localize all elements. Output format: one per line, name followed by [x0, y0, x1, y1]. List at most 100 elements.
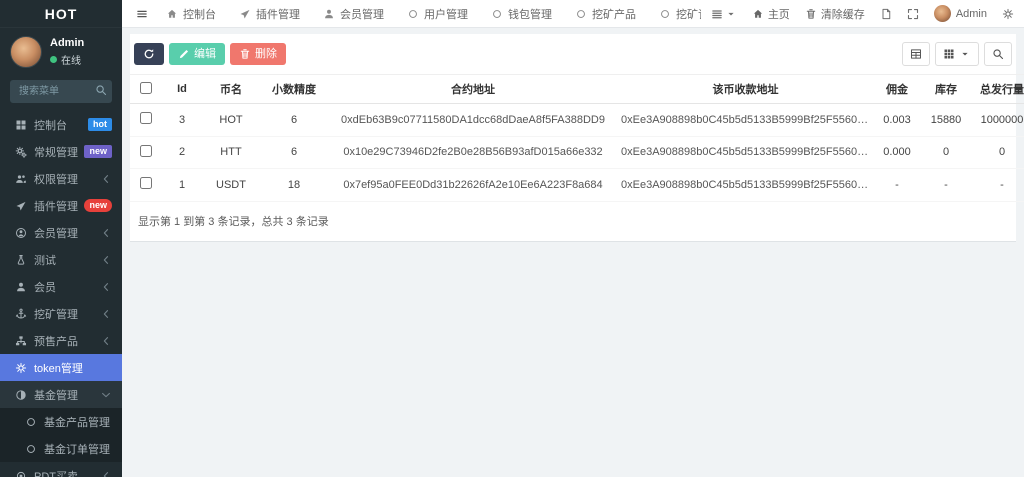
sidebar-item-会员[interactable]: 会员	[0, 273, 122, 300]
user-status: 在线	[50, 52, 84, 67]
chevron-left-icon	[100, 173, 112, 185]
list-icon	[711, 8, 723, 20]
cell-contract-address: 0xdEb63B9c07711580DA1dcc68dDaeA8f5FA388D…	[328, 104, 618, 137]
anchor-icon	[12, 308, 29, 320]
circle-icon	[407, 8, 419, 20]
row-checkbox[interactable]	[140, 112, 152, 124]
sidebar-item-挖矿管理[interactable]: 挖矿管理	[0, 300, 122, 327]
delete-button[interactable]: 删除	[230, 43, 286, 65]
sidebar-item-常规管理[interactable]: 常规管理new	[0, 138, 122, 165]
toolbar: 编辑 删除	[130, 34, 1016, 74]
chevron-left-icon	[100, 470, 112, 477]
sidebar-item-PDT买卖[interactable]: PDT买卖	[0, 462, 122, 477]
topnav-tab-label: 控制台	[183, 6, 216, 22]
topnav-tab-控制台[interactable]: 控制台	[166, 6, 216, 22]
user-circle-icon	[12, 227, 29, 239]
sidebar-item-label: PDT买卖	[34, 468, 100, 477]
main-area: 控制台插件管理会员管理用户管理钱包管理挖矿产品挖矿订单管理挖矿订单收益管理预售产…	[122, 0, 1024, 477]
topnav-tab-label: 会员管理	[340, 6, 384, 22]
topnav-tab-钱包管理[interactable]: 钱包管理	[491, 6, 552, 22]
cell-stock: 0	[921, 136, 971, 169]
chevron-left-icon	[100, 254, 112, 266]
topnav-tab-会员管理[interactable]: 会员管理	[323, 6, 384, 22]
sidebar-item-token管理[interactable]: token管理	[0, 354, 122, 381]
table-row: 1USDT180x7ef95a0FEE0Dd31b22626fA2e10Ee6A…	[130, 169, 1024, 202]
cogs-icon	[12, 146, 29, 158]
topnav-tab-挖矿产品[interactable]: 挖矿产品	[575, 6, 636, 22]
edit-button[interactable]: 编辑	[169, 43, 225, 65]
select-all-checkbox[interactable]	[140, 82, 152, 94]
topnav: 控制台插件管理会员管理用户管理钱包管理挖矿产品挖矿订单管理挖矿订单收益管理预售产…	[122, 0, 1024, 28]
app-logo[interactable]: HOT	[0, 0, 122, 28]
sidebar-item-会员管理[interactable]: 会员管理	[0, 219, 122, 246]
cell-contract-address: 0x7ef95a0FEE0Dd31b22626fA2e10Ee6A223F8a6…	[328, 169, 618, 202]
cell-commission: -	[873, 169, 921, 202]
topnav-tab-挖矿订单管理[interactable]: 挖矿订单管理	[659, 6, 701, 22]
sitemap-icon	[12, 335, 29, 347]
circle-icon	[575, 8, 587, 20]
gear-icon	[12, 362, 29, 374]
sidebar-item-控制台[interactable]: 控制台hot	[0, 111, 122, 138]
sidebar-item-基金产品管理[interactable]: 基金产品管理	[0, 408, 122, 435]
sidebar-item-label: 挖矿管理	[34, 306, 100, 322]
user-panel: Admin 在线	[0, 28, 122, 74]
adjust-icon	[12, 389, 29, 401]
dot-circle-icon	[12, 470, 29, 477]
data-table: Id币名小数精度合约地址该币收款地址佣金库存总发行量操作 3HOT60xdEb6…	[130, 74, 1024, 202]
cell-receive-address: 0xEe3A908898b0C45b5d5133B5999Bf25F5560e5…	[618, 104, 873, 137]
cell-coin: HTT	[202, 136, 260, 169]
sidebar-item-插件管理[interactable]: 插件管理new	[0, 192, 122, 219]
cell-total-issuance: 0	[971, 136, 1024, 169]
grid-icon	[943, 48, 955, 60]
chevron-left-icon	[100, 281, 112, 293]
row-checkbox[interactable]	[140, 145, 152, 157]
cell-id: 1	[162, 169, 202, 202]
home-icon	[752, 8, 764, 20]
user-avatar[interactable]	[10, 36, 42, 68]
topnav-tab-label: 钱包管理	[508, 6, 552, 22]
pencil-icon	[178, 48, 190, 60]
tabs-list-dropdown[interactable]	[711, 8, 737, 20]
cell-total-issuance: -	[971, 169, 1024, 202]
sidebar-item-基金管理[interactable]: 基金管理	[0, 381, 122, 408]
sidebar-item-权限管理[interactable]: 权限管理	[0, 165, 122, 192]
caret-down-icon	[959, 48, 971, 60]
user-icon	[323, 8, 335, 20]
toggle-view-button[interactable]	[902, 42, 930, 66]
sidebar-item-label: 控制台	[34, 117, 88, 133]
topnav-tab-用户管理[interactable]: 用户管理	[407, 6, 468, 22]
user-name: Admin	[50, 37, 84, 49]
cell-coin: HOT	[202, 104, 260, 137]
settings-gear-icon[interactable]	[1002, 8, 1014, 20]
row-checkbox[interactable]	[140, 177, 152, 189]
cell-receive-address: 0xEe3A908898b0C45b5d5133B5999Bf25F5560e5…	[618, 136, 873, 169]
table-header-row: Id币名小数精度合约地址该币收款地址佣金库存总发行量操作	[130, 75, 1024, 104]
sidebar-item-预售产品[interactable]: 预售产品	[0, 327, 122, 354]
user-dropdown[interactable]: Admin	[934, 5, 987, 22]
sidebar-item-label: 会员	[34, 279, 100, 295]
column-header: 合约地址	[328, 75, 618, 104]
refresh-button[interactable]	[134, 43, 164, 65]
search-icon[interactable]	[95, 84, 107, 96]
menu-toggle-icon[interactable]	[130, 8, 154, 20]
fullscreen-icon[interactable]	[907, 8, 919, 20]
menu-badge: new	[84, 145, 112, 158]
column-header: 该币收款地址	[618, 75, 873, 104]
cell-id: 3	[162, 104, 202, 137]
online-dot-icon	[50, 56, 57, 63]
topnav-tabs: 控制台插件管理会员管理用户管理钱包管理挖矿产品挖矿订单管理挖矿订单收益管理预售产…	[166, 6, 701, 22]
topnav-tab-label: 挖矿订单管理	[676, 6, 701, 22]
search-toggle-button[interactable]	[984, 42, 1012, 66]
columns-button[interactable]	[935, 42, 979, 66]
sidebar-item-测试[interactable]: 测试	[0, 246, 122, 273]
users-icon	[12, 173, 29, 185]
menu-badge: hot	[88, 118, 112, 131]
topnav-tab-插件管理[interactable]: 插件管理	[239, 6, 300, 22]
sidebar-item-label: 基金产品管理	[44, 414, 112, 430]
trash-icon	[805, 8, 817, 20]
page-doc-icon[interactable]	[880, 8, 892, 20]
sidebar-item-label: 权限管理	[34, 171, 100, 187]
home-link[interactable]: 主页	[752, 6, 790, 22]
sidebar-item-基金订单管理[interactable]: 基金订单管理	[0, 435, 122, 462]
clear-cache-link[interactable]: 清除缓存	[805, 6, 865, 22]
